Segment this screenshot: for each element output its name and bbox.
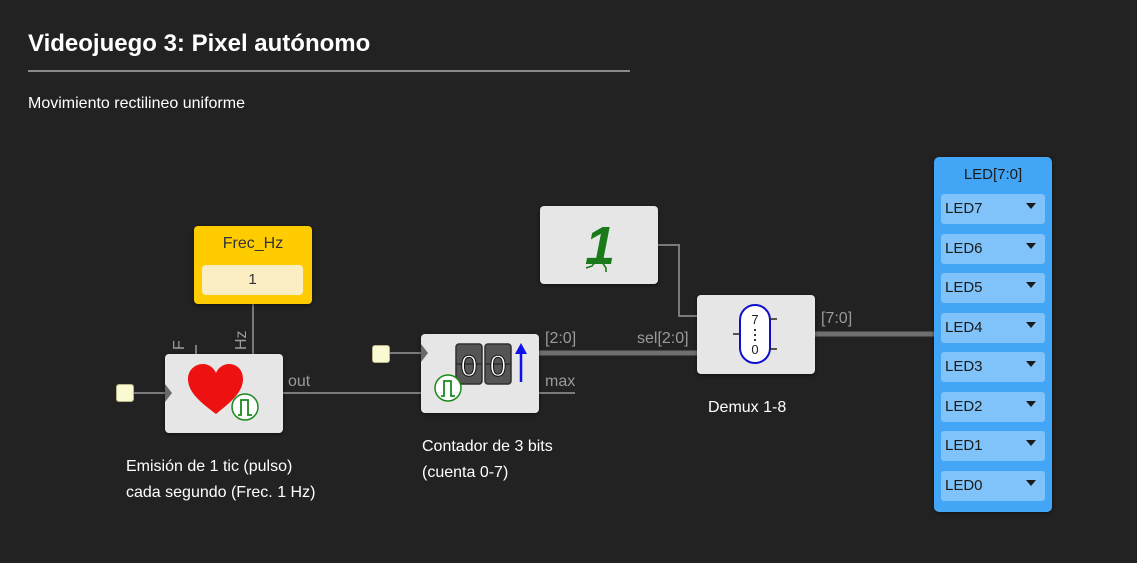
counter-input-pin[interactable]	[372, 345, 390, 363]
demux-caption: Demux 1-8	[708, 399, 787, 416]
pulse-caption-line1: Emisión de 1 tic (pulso)	[126, 458, 293, 475]
chevron-down-icon	[1026, 322, 1036, 328]
led-select-led5[interactable]: LED5	[941, 273, 1045, 303]
led-label: LED3	[945, 358, 983, 375]
chevron-down-icon	[1026, 282, 1036, 288]
heart-pulse-icon	[165, 364, 259, 421]
chevron-down-icon	[1026, 401, 1036, 407]
chevron-down-icon	[1026, 480, 1036, 486]
walking-one-icon: 1	[585, 216, 615, 276]
led-label: LED4	[945, 319, 983, 336]
led-select-led4[interactable]: LED4	[941, 313, 1045, 343]
port-label-hz: Hz	[233, 330, 250, 350]
led-select-led1[interactable]: LED1	[941, 431, 1045, 461]
port-label-counter-bus: [2:0]	[545, 330, 576, 347]
led-select-led7[interactable]: LED7	[941, 194, 1045, 224]
led-output-panel[interactable]: LED[7:0] LED7 LED6 LED5 LED4 LED3 LED2 L…	[934, 157, 1052, 512]
pulse-caption-line2: cada segundo (Frec. 1 Hz)	[126, 484, 316, 501]
counter-block[interactable]: 0 0	[421, 334, 539, 413]
led-label: LED1	[945, 437, 983, 454]
led-panel-title: LED[7:0]	[963, 166, 1023, 183]
demux-symbol-icon: 7 0	[733, 304, 777, 364]
demux-bottom-value: 0	[751, 342, 758, 357]
frequency-value-field[interactable]: 1	[202, 265, 303, 295]
frequency-block[interactable]: Frec_Hz 1	[194, 226, 312, 304]
counter-digit-units: 0	[490, 350, 507, 383]
led-select-led3[interactable]: LED3	[941, 352, 1045, 382]
chevron-down-icon	[1026, 203, 1036, 209]
led-select-led0[interactable]: LED0	[941, 471, 1045, 501]
led-select-led2[interactable]: LED2	[941, 392, 1045, 422]
chevron-down-icon	[1026, 243, 1036, 249]
led-label: LED0	[945, 477, 983, 494]
wire-constant-demux	[658, 244, 698, 317]
led-label: LED6	[945, 240, 983, 257]
port-label-max: max	[545, 373, 575, 390]
led-label: LED7	[945, 200, 983, 217]
counter-digit-tens: 0	[461, 350, 478, 383]
pulse-input-pin[interactable]	[116, 384, 134, 402]
led-label: LED2	[945, 398, 983, 415]
port-label-sel: sel[2:0]	[637, 330, 689, 347]
counter-caption-line2: (cuenta 0-7)	[422, 464, 509, 481]
counter-caption-line1: Contador de 3 bits	[422, 438, 553, 455]
frequency-label: Frec_Hz	[222, 235, 284, 252]
led-select-led6[interactable]: LED6	[941, 234, 1045, 264]
counter-up-icon: 0 0	[421, 343, 527, 402]
port-label-demux-bus: [7:0]	[821, 310, 852, 327]
port-label-out: out	[288, 373, 311, 390]
demux-block[interactable]: 7 0	[697, 295, 815, 374]
chevron-down-icon	[1026, 440, 1036, 446]
constant-one-block[interactable]: 1	[540, 206, 658, 284]
led-label: LED5	[945, 279, 983, 296]
pulse-generator-block[interactable]	[165, 354, 283, 433]
demux-top-value: 7	[751, 312, 758, 327]
port-label-f: F	[171, 340, 188, 350]
chevron-down-icon	[1026, 361, 1036, 367]
